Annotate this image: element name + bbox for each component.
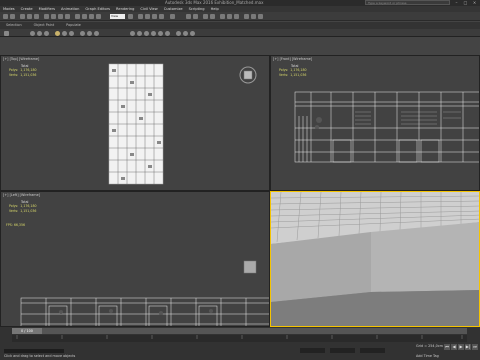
torus-icon[interactable] (44, 31, 49, 36)
mirror-icon[interactable] (186, 14, 191, 19)
track-bar[interactable] (12, 335, 467, 342)
hide-icon[interactable] (183, 31, 188, 36)
cylinder-icon[interactable] (37, 31, 42, 36)
shapes-icon[interactable] (94, 31, 99, 36)
pivot-point-icon[interactable] (128, 14, 133, 19)
spinner-snap-icon[interactable] (159, 14, 164, 19)
maxscript-listener[interactable] (4, 349, 64, 353)
light-icon[interactable] (55, 31, 60, 36)
y-coordinate-field[interactable] (330, 348, 355, 353)
create-icon[interactable] (165, 31, 170, 36)
window-title: Autodesk 3ds Max 2016 Exhibition_Matched… (165, 0, 264, 5)
rotate-icon[interactable] (82, 14, 87, 19)
left-wireframe (20, 260, 269, 326)
minimize-icon[interactable]: – (452, 0, 461, 5)
add-time-tag[interactable]: Add Time Tag (416, 354, 439, 358)
isolate-icon[interactable] (190, 31, 195, 36)
render-production-icon[interactable] (258, 14, 263, 19)
systems-icon[interactable] (87, 31, 92, 36)
ribbon: Selection Object Paint Populate (0, 22, 480, 29)
viewport-area: [+] [Top] [Wireframe] Total Polys: 1,176,… (0, 55, 480, 327)
viewport-left[interactable]: [+] [Left] [Wireframe] Total Polys: 1,176… (0, 191, 270, 327)
schematic-view-icon[interactable] (227, 14, 232, 19)
main-toolbar: View (0, 12, 480, 21)
viewport-front[interactable]: [+] [Front] [Wireframe] Total Polys: 1,17… (270, 55, 480, 191)
camera-icon[interactable] (62, 31, 67, 36)
material-editor-icon[interactable] (234, 14, 239, 19)
helper-icon[interactable] (69, 31, 74, 36)
secondary-toolbar (0, 29, 480, 37)
go-to-end-icon[interactable]: ⏭ (472, 344, 478, 350)
ribbon-tab-populate[interactable]: Populate (60, 22, 87, 29)
move-icon[interactable] (75, 14, 80, 19)
selection-region-icon[interactable] (58, 14, 63, 19)
play-icon[interactable]: ▶ (458, 344, 464, 350)
select-place-icon[interactable] (96, 14, 101, 19)
ribbon-tab-selection[interactable]: Selection (0, 22, 28, 29)
perspective-render (271, 192, 479, 326)
undo-icon[interactable] (3, 14, 8, 19)
link-icon[interactable] (20, 14, 25, 19)
layer-explorer-icon[interactable] (203, 14, 208, 19)
time-slider-thumb[interactable]: 0 / 100 (12, 328, 42, 334)
window-crossing-icon[interactable] (65, 14, 70, 19)
ribbon-tab-object-paint[interactable]: Object Paint (28, 22, 61, 29)
align-icon[interactable] (193, 14, 198, 19)
status-prompt-text: Click and drag to select and move object… (4, 354, 76, 358)
reference-coordinate-select[interactable]: View (110, 14, 125, 19)
hierarchy-icon[interactable] (151, 31, 156, 36)
unknown-tool-icon[interactable] (4, 31, 9, 36)
utilities-icon[interactable] (137, 31, 142, 36)
redo-icon[interactable] (10, 14, 15, 19)
viewcube-icon[interactable] (240, 67, 256, 83)
render-setup-icon[interactable] (244, 14, 249, 19)
top-wireframe (108, 63, 257, 185)
maximize-icon[interactable]: □ (461, 0, 470, 5)
curve-editor-icon[interactable] (220, 14, 225, 19)
x-coordinate-field[interactable] (300, 348, 325, 353)
next-frame-icon[interactable]: ▶| (465, 344, 471, 350)
viewport-top[interactable]: [+] [Top] [Wireframe] Total Polys: 1,176,… (0, 55, 270, 191)
front-wireframe (294, 91, 479, 163)
time-slider[interactable]: 0 / 100 (12, 328, 467, 334)
modify-icon[interactable] (158, 31, 163, 36)
display-icon[interactable] (130, 31, 135, 36)
motion-icon[interactable] (144, 31, 149, 36)
viewport-perspective[interactable]: [+] [Perspective] [Realistic] (270, 191, 480, 327)
close-icon[interactable]: × (470, 0, 479, 5)
sphere-icon[interactable] (30, 31, 35, 36)
status-bar: 0 / 100 Click and drag to select and mov… (0, 327, 480, 360)
search-input[interactable]: Type a keyword or phrase (365, 0, 450, 5)
grid-spacing: Grid = 254,0cm (416, 344, 443, 348)
ribbon-toggle-icon[interactable] (210, 14, 215, 19)
rendered-frame-window-icon[interactable] (251, 14, 256, 19)
percent-snap-icon[interactable] (152, 14, 157, 19)
bind-space-warp-icon[interactable] (34, 14, 39, 19)
angle-snap-icon[interactable] (145, 14, 150, 19)
previous-frame-icon[interactable]: ◀ (451, 344, 457, 350)
freeze-icon[interactable] (176, 31, 181, 36)
go-to-start-icon[interactable]: ⏮ (444, 344, 450, 350)
named-selection-icon[interactable] (170, 14, 175, 19)
unlink-icon[interactable] (27, 14, 32, 19)
select-by-name-icon[interactable] (51, 14, 56, 19)
scale-icon[interactable] (89, 14, 94, 19)
space-warp-icon[interactable] (80, 31, 85, 36)
z-coordinate-field[interactable] (360, 348, 385, 353)
select-object-icon[interactable] (44, 14, 49, 19)
snaps-toggle-icon[interactable] (138, 14, 143, 19)
